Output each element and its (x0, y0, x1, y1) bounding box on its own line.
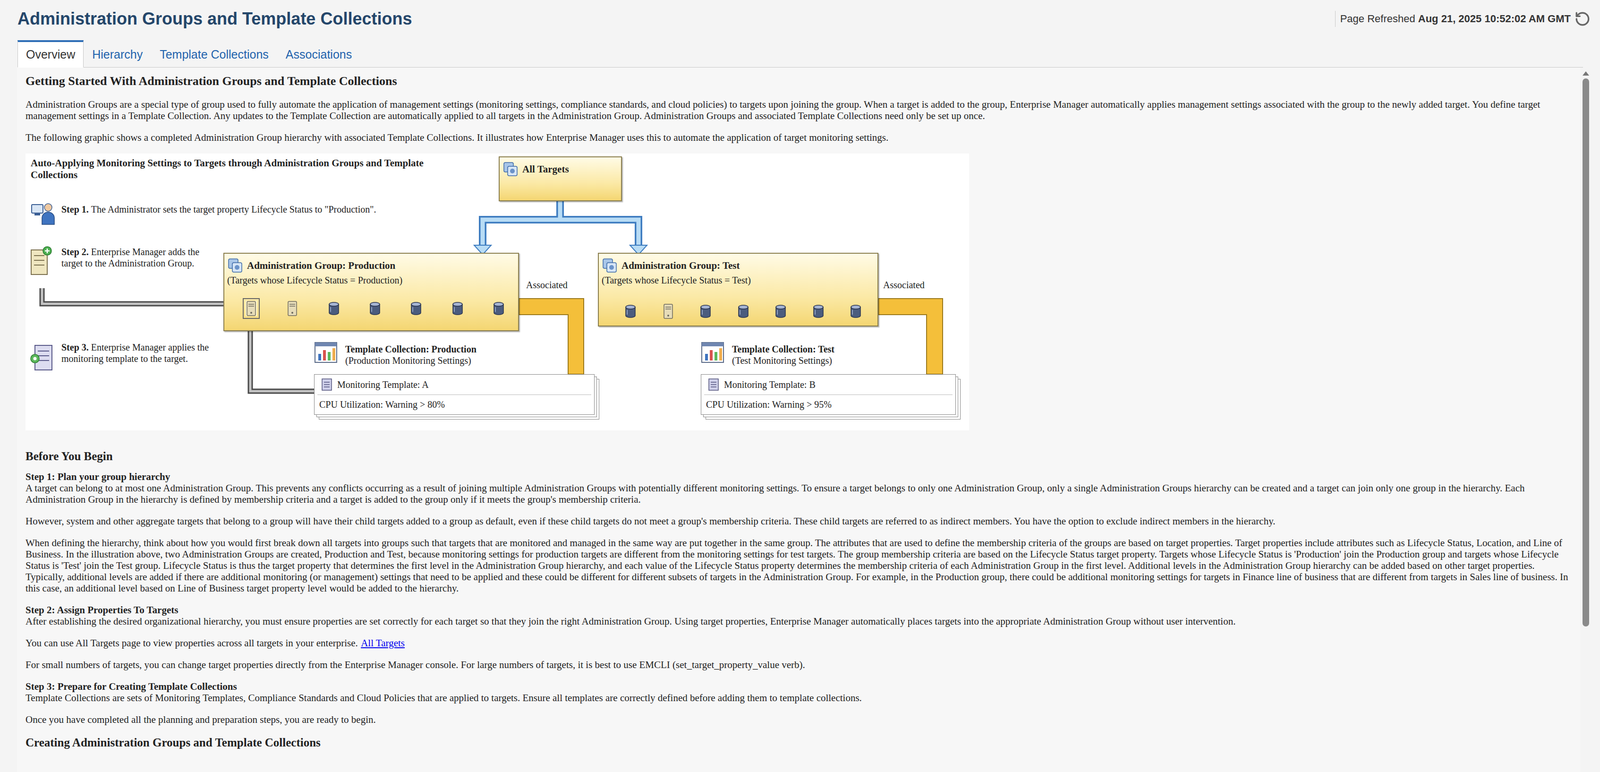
target-row (224, 300, 519, 331)
diagram-title: Auto-Applying Monitoring Settings to Tar… (30, 157, 456, 181)
template-collection-label: Template Collection: Test(Test Monitorin… (700, 341, 835, 366)
add-target-icon (29, 246, 53, 277)
all-targets-box: All Targets (498, 156, 622, 202)
target (410, 300, 422, 316)
tab[interactable]: Associations (277, 40, 361, 68)
step-title: Step 1: Plan your group hierarchy (25, 470, 1570, 483)
administration-group-box: Administration Group: Production(Targets… (223, 252, 520, 332)
template-collection-icon (314, 341, 340, 366)
group-icon (227, 257, 244, 274)
preparation-step: Step 3: Prepare for Creating Template Co… (25, 680, 1570, 704)
group-icon (601, 257, 618, 274)
database-icon (451, 301, 464, 316)
paragraph: For small numbers of targets, you can ch… (25, 658, 1570, 671)
tab-bar: OverviewHierarchyTemplate CollectionsAss… (17, 37, 1583, 68)
scrollbar[interactable] (1580, 67, 1592, 772)
step-title: Step 2: Assign Properties To Targets (25, 604, 1570, 616)
target (699, 303, 712, 319)
overview-panel: Getting Started With Administration Grou… (17, 67, 1581, 772)
diagram-step: Step 3.Enterprise Manager applies the mo… (61, 341, 232, 365)
monitoring-template-icon (321, 378, 333, 391)
template-collection-icon (700, 341, 727, 366)
host-icon (246, 300, 257, 316)
database-icon (699, 304, 712, 319)
page-refreshed: Page Refreshed Aug 21, 2025 10:52:02 AM … (1335, 10, 1591, 27)
target (624, 303, 637, 319)
step-icon-holder (29, 246, 53, 279)
preparation-step: Step 2: Assign Properties To TargetsAfte… (25, 604, 1570, 671)
section-heading: Creating Administration Groups and Templ… (25, 735, 1570, 750)
tab[interactable]: Overview (17, 40, 84, 68)
paragraph: A target can belong to at most one Admin… (25, 482, 1570, 505)
apply-template-icon (29, 342, 55, 372)
refresh-icon[interactable] (1574, 10, 1591, 27)
target (245, 300, 257, 316)
database-icon (737, 304, 749, 319)
step-icon-holder (30, 200, 57, 228)
database-icon (812, 304, 825, 319)
database-icon (410, 301, 422, 316)
database-icon (493, 301, 505, 316)
association-label: Associated (883, 279, 925, 291)
target (850, 303, 862, 319)
all-targets-link[interactable]: All Targets (360, 637, 405, 649)
paragraph: After establishing the desired organizat… (25, 615, 1570, 627)
paragraph: The following graphic shows a completed … (25, 131, 1570, 144)
paragraph: However, system and other aggregate targ… (25, 515, 1570, 527)
target (812, 303, 825, 319)
group-icon (502, 161, 519, 178)
target (286, 300, 298, 316)
step-icon-holder (29, 342, 55, 374)
paragraph: When defining the hierarchy, think about… (25, 536, 1570, 594)
association-label: Associated (526, 279, 568, 291)
target (737, 303, 749, 319)
scroll-thumb[interactable] (1582, 78, 1590, 627)
page-title: Administration Groups and Template Colle… (17, 8, 412, 29)
scroll-up-icon[interactable] (1582, 71, 1590, 76)
section-heading: Getting Started With Administration Grou… (25, 74, 1570, 89)
database-icon (850, 304, 862, 319)
section-heading: Before You Begin (25, 449, 1570, 464)
monitoring-template-card: Monitoring Template: BCPU Utilization: W… (700, 374, 956, 415)
diagram-step: Step 2.Enterprise Manager adds the targe… (61, 246, 222, 269)
content-area: Getting Started With Administration Grou… (0, 67, 1600, 772)
monitoring-template-card: Monitoring Template: ACPU Utilization: W… (314, 374, 595, 415)
target (451, 300, 464, 316)
database-icon (624, 304, 637, 319)
target (328, 300, 340, 316)
paragraph: You can use All Targets page to view pro… (25, 637, 1570, 649)
target (369, 300, 381, 316)
tab[interactable]: Hierarchy (83, 40, 152, 68)
database-icon (328, 301, 340, 316)
target-row (598, 303, 878, 326)
administration-group-box: Administration Group: Test(Targets whose… (597, 252, 879, 327)
monitoring-template-icon (707, 378, 720, 391)
target (774, 303, 787, 319)
target (662, 303, 674, 319)
paragraph: Once you have completed all the planning… (25, 713, 1570, 725)
administrator-icon (30, 200, 57, 226)
page-header: Administration Groups and Template Colle… (0, 0, 1600, 38)
scroll-track[interactable] (1582, 78, 1590, 772)
tab[interactable]: Template Collections (151, 40, 278, 68)
database-icon (774, 304, 787, 319)
diagram-step: Step 1.The Administrator sets the target… (61, 203, 430, 215)
page: Administration Groups and Template Colle… (0, 0, 1600, 772)
host-icon (663, 303, 674, 319)
host-icon (287, 300, 298, 316)
paragraph: Template Collections are sets of Monitor… (25, 691, 1570, 704)
process-diagram: Auto-Applying Monitoring Settings to Tar… (25, 153, 970, 431)
preparation-step: Step 1: Plan your group hierarchyA targe… (25, 470, 1570, 594)
step-title: Step 3: Prepare for Creating Template Co… (25, 680, 1570, 692)
paragraph: Administration Groups are a special type… (25, 98, 1570, 122)
target (493, 300, 505, 316)
database-icon (369, 301, 381, 316)
template-collection-label: Template Collection: Production(Producti… (314, 341, 477, 366)
